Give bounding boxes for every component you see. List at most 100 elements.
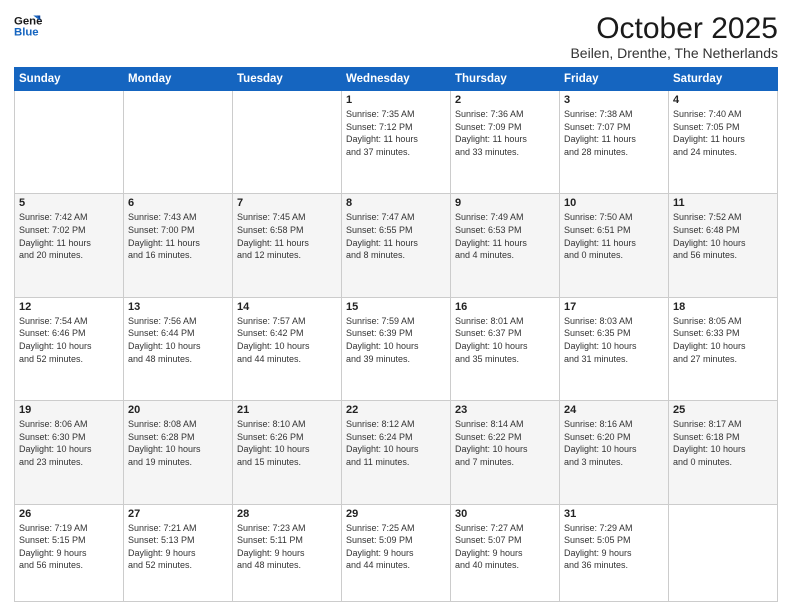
day-number: 2 [455, 94, 555, 106]
day-number: 27 [128, 508, 228, 520]
day-content: Sunrise: 7:21 AM Sunset: 5:13 PM Dayligh… [128, 522, 228, 572]
day-content: Sunrise: 7:35 AM Sunset: 7:12 PM Dayligh… [346, 108, 446, 158]
svg-text:Blue: Blue [14, 27, 39, 39]
day-content: Sunrise: 7:40 AM Sunset: 7:05 PM Dayligh… [673, 108, 773, 158]
col-friday: Friday [560, 68, 669, 91]
day-number: 29 [346, 508, 446, 520]
day-content: Sunrise: 7:47 AM Sunset: 6:55 PM Dayligh… [346, 211, 446, 261]
table-row: 2 Sunrise: 7:36 AM Sunset: 7:09 PM Daylig… [451, 91, 560, 194]
table-row: 12 Sunrise: 7:54 AM Sunset: 6:46 PM Dayli… [15, 297, 124, 400]
table-row: 6 Sunrise: 7:43 AM Sunset: 7:00 PM Daylig… [124, 194, 233, 297]
table-row: 28 Sunrise: 7:23 AM Sunset: 5:11 PM Dayli… [233, 504, 342, 601]
logo-icon: General Blue [14, 12, 42, 40]
table-row: 27 Sunrise: 7:21 AM Sunset: 5:13 PM Dayli… [124, 504, 233, 601]
title-block: October 2025 Beilen, Drenthe, The Nether… [570, 12, 778, 61]
col-thursday: Thursday [451, 68, 560, 91]
day-content: Sunrise: 8:10 AM Sunset: 6:26 PM Dayligh… [237, 418, 337, 468]
table-row: 18 Sunrise: 8:05 AM Sunset: 6:33 PM Dayli… [669, 297, 778, 400]
day-number: 13 [128, 301, 228, 313]
day-number: 12 [19, 301, 119, 313]
table-row: 9 Sunrise: 7:49 AM Sunset: 6:53 PM Daylig… [451, 194, 560, 297]
month-title: October 2025 [570, 12, 778, 45]
table-row: 17Sunrise: 8:03 AM Sunset: 6:35 PM Dayli… [560, 297, 669, 400]
day-number: 26 [19, 508, 119, 520]
day-content: Sunrise: 8:01 AM Sunset: 6:37 PM Dayligh… [455, 315, 555, 365]
col-sunday: Sunday [15, 68, 124, 91]
day-content: Sunrise: 7:27 AM Sunset: 5:07 PM Dayligh… [455, 522, 555, 572]
day-number: 9 [455, 197, 555, 209]
day-content: Sunrise: 7:56 AM Sunset: 6:44 PM Dayligh… [128, 315, 228, 365]
day-number: 23 [455, 404, 555, 416]
table-row: 11 Sunrise: 7:52 AM Sunset: 6:48 PM Dayli… [669, 194, 778, 297]
day-content: Sunrise: 8:05 AM Sunset: 6:33 PM Dayligh… [673, 315, 773, 365]
day-content: Sunrise: 8:12 AM Sunset: 6:24 PM Dayligh… [346, 418, 446, 468]
calendar-table: Sunday Monday Tuesday Wednesday Thursday… [14, 67, 778, 602]
day-content: Sunrise: 7:38 AM Sunset: 7:07 PM Dayligh… [564, 108, 664, 158]
day-content: Sunrise: 8:16 AM Sunset: 6:20 PM Dayligh… [564, 418, 664, 468]
col-tuesday: Tuesday [233, 68, 342, 91]
day-number: 30 [455, 508, 555, 520]
day-number: 5 [19, 197, 119, 209]
day-content: Sunrise: 7:42 AM Sunset: 7:02 PM Dayligh… [19, 211, 119, 261]
day-content: Sunrise: 7:45 AM Sunset: 6:58 PM Dayligh… [237, 211, 337, 261]
day-number: 4 [673, 94, 773, 106]
day-number: 8 [346, 197, 446, 209]
day-content: Sunrise: 7:54 AM Sunset: 6:46 PM Dayligh… [19, 315, 119, 365]
day-content: Sunrise: 7:25 AM Sunset: 5:09 PM Dayligh… [346, 522, 446, 572]
table-row: 4 Sunrise: 7:40 AM Sunset: 7:05 PM Daylig… [669, 91, 778, 194]
table-row: 3 Sunrise: 7:38 AM Sunset: 7:07 PM Daylig… [560, 91, 669, 194]
table-row: 20Sunrise: 8:08 AM Sunset: 6:28 PM Dayli… [124, 401, 233, 504]
table-row: 22 Sunrise: 8:12 AM Sunset: 6:24 PM Dayli… [342, 401, 451, 504]
day-content: Sunrise: 7:50 AM Sunset: 6:51 PM Dayligh… [564, 211, 664, 261]
day-number: 22 [346, 404, 446, 416]
day-number: 6 [128, 197, 228, 209]
day-number: 25 [673, 404, 773, 416]
page: General Blue October 2025 Beilen, Drenth… [0, 0, 792, 612]
table-row: 24Sunrise: 8:16 AM Sunset: 6:20 PM Dayli… [560, 401, 669, 504]
day-content: Sunrise: 7:19 AM Sunset: 5:15 PM Dayligh… [19, 522, 119, 572]
table-row: 30 Sunrise: 7:27 AM Sunset: 5:07 PM Dayli… [451, 504, 560, 601]
day-content: Sunrise: 8:03 AM Sunset: 6:35 PM Dayligh… [564, 315, 664, 365]
table-row [15, 91, 124, 194]
table-row: 10Sunrise: 7:50 AM Sunset: 6:51 PM Dayli… [560, 194, 669, 297]
table-row: 1Sunrise: 7:35 AM Sunset: 7:12 PM Daylig… [342, 91, 451, 194]
day-number: 11 [673, 197, 773, 209]
day-content: Sunrise: 7:43 AM Sunset: 7:00 PM Dayligh… [128, 211, 228, 261]
day-content: Sunrise: 7:49 AM Sunset: 6:53 PM Dayligh… [455, 211, 555, 261]
day-content: Sunrise: 7:23 AM Sunset: 5:11 PM Dayligh… [237, 522, 337, 572]
header: General Blue October 2025 Beilen, Drenth… [14, 12, 778, 61]
day-content: Sunrise: 8:17 AM Sunset: 6:18 PM Dayligh… [673, 418, 773, 468]
day-number: 19 [19, 404, 119, 416]
table-row: 5 Sunrise: 7:42 AM Sunset: 7:02 PM Daylig… [15, 194, 124, 297]
day-number: 21 [237, 404, 337, 416]
day-content: Sunrise: 7:36 AM Sunset: 7:09 PM Dayligh… [455, 108, 555, 158]
table-row: 8 Sunrise: 7:47 AM Sunset: 6:55 PM Daylig… [342, 194, 451, 297]
day-number: 3 [564, 94, 664, 106]
col-wednesday: Wednesday [342, 68, 451, 91]
table-row: 21 Sunrise: 8:10 AM Sunset: 6:26 PM Dayli… [233, 401, 342, 504]
table-row [669, 504, 778, 601]
day-number: 28 [237, 508, 337, 520]
day-content: Sunrise: 7:57 AM Sunset: 6:42 PM Dayligh… [237, 315, 337, 365]
day-number: 18 [673, 301, 773, 313]
day-number: 31 [564, 508, 664, 520]
table-row: 14 Sunrise: 7:57 AM Sunset: 6:42 PM Dayli… [233, 297, 342, 400]
day-number: 16 [455, 301, 555, 313]
day-number: 14 [237, 301, 337, 313]
table-row: 19 Sunrise: 8:06 AM Sunset: 6:30 PM Dayli… [15, 401, 124, 504]
table-row [124, 91, 233, 194]
day-content: Sunrise: 7:52 AM Sunset: 6:48 PM Dayligh… [673, 211, 773, 261]
day-number: 7 [237, 197, 337, 209]
location: Beilen, Drenthe, The Netherlands [570, 45, 778, 61]
table-row: 16 Sunrise: 8:01 AM Sunset: 6:37 PM Dayli… [451, 297, 560, 400]
day-content: Sunrise: 8:14 AM Sunset: 6:22 PM Dayligh… [455, 418, 555, 468]
table-row: 23 Sunrise: 8:14 AM Sunset: 6:22 PM Dayli… [451, 401, 560, 504]
table-row: 29 Sunrise: 7:25 AM Sunset: 5:09 PM Dayli… [342, 504, 451, 601]
day-number: 20 [128, 404, 228, 416]
table-row: 15Sunrise: 7:59 AM Sunset: 6:39 PM Dayli… [342, 297, 451, 400]
day-content: Sunrise: 8:06 AM Sunset: 6:30 PM Dayligh… [19, 418, 119, 468]
table-row: 7 Sunrise: 7:45 AM Sunset: 6:58 PM Daylig… [233, 194, 342, 297]
day-content: Sunrise: 7:29 AM Sunset: 5:05 PM Dayligh… [564, 522, 664, 572]
calendar-header-row: Sunday Monday Tuesday Wednesday Thursday… [15, 68, 778, 91]
logo: General Blue [14, 12, 42, 40]
